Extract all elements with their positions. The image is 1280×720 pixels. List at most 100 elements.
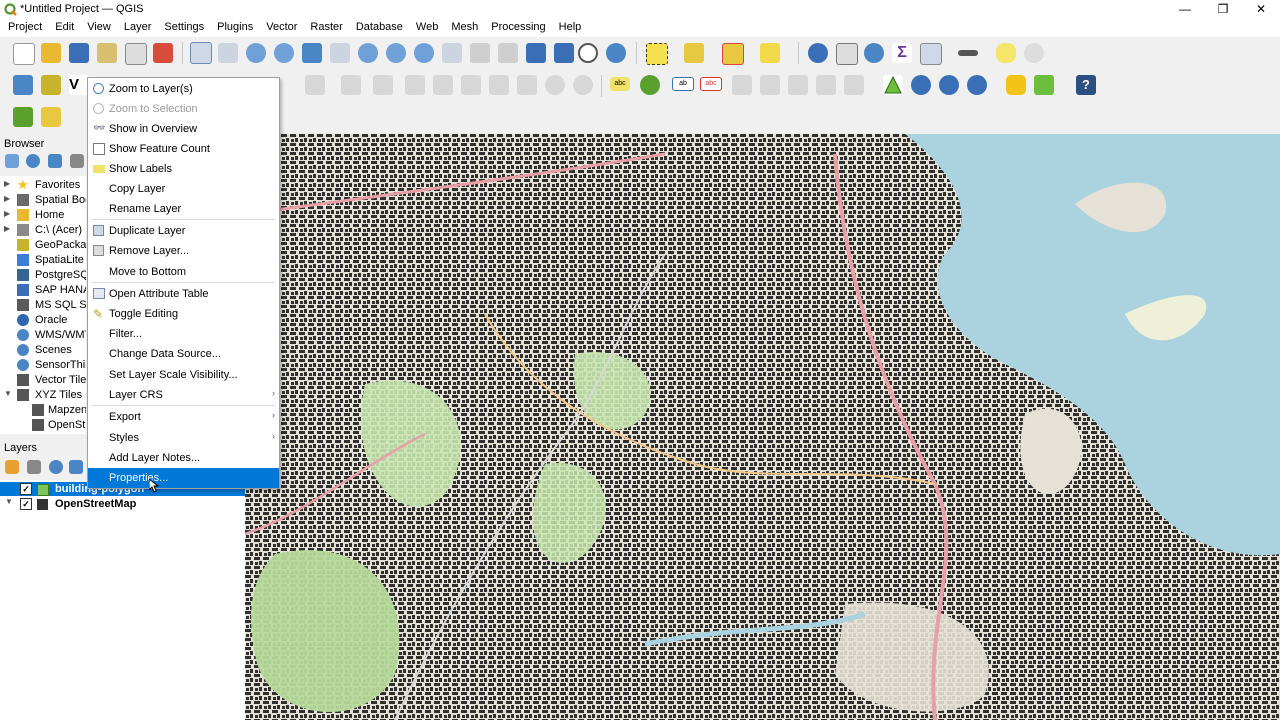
style-panel-icon[interactable]: [5, 460, 19, 474]
layer-item-openstreetmap[interactable]: ▼ ✓ OpenStreetMap: [0, 497, 245, 511]
browser-item-mapzen[interactable]: Mapzen Global Terrain: [0, 403, 86, 418]
field-calculator-icon[interactable]: [920, 43, 942, 65]
layout-manager-icon[interactable]: [125, 43, 147, 65]
zoom-full-icon[interactable]: [302, 43, 322, 63]
menu-item-show-in-overview[interactable]: 👓 Show in Overview: [88, 119, 279, 139]
layer-visibility-checkbox[interactable]: ✓: [20, 483, 32, 495]
menu-database[interactable]: Database: [348, 19, 408, 37]
zoom-last-icon[interactable]: [414, 43, 434, 63]
menu-item-styles[interactable]: Styles ›: [88, 428, 279, 448]
browser-item-mssql[interactable]: MS SQL Server: [0, 298, 86, 313]
wfs-plugin-icon[interactable]: [939, 75, 959, 95]
menu-item-open-attribute-table[interactable]: Open Attribute Table: [88, 284, 279, 304]
browser-item-oracle[interactable]: Oracle: [0, 313, 86, 328]
new-3d-view-icon[interactable]: [498, 43, 518, 63]
zoom-next-icon[interactable]: [442, 43, 462, 63]
search-locator-icon[interactable]: [13, 107, 33, 127]
menu-vector[interactable]: Vector: [258, 19, 302, 37]
save-project-icon[interactable]: [69, 43, 89, 63]
select-features-icon[interactable]: [646, 43, 668, 65]
menu-item-set-scale-visibility[interactable]: Set Layer Scale Visibility...: [88, 365, 279, 385]
digitize-icon[interactable]: [305, 75, 325, 95]
browser-item-geopackage[interactable]: GeoPackage: [0, 238, 86, 253]
select-location-icon[interactable]: [760, 43, 780, 63]
expand-arrow-icon[interactable]: ▶: [4, 194, 10, 203]
cut-features-icon[interactable]: [461, 75, 481, 95]
menu-item-remove-layer[interactable]: Remove Layer...: [88, 241, 279, 261]
show-bookmarks-icon[interactable]: [554, 43, 574, 63]
temporal-controller-icon[interactable]: [578, 43, 598, 63]
menu-edit[interactable]: Edit: [47, 19, 79, 37]
menu-mesh[interactable]: Mesh: [443, 19, 483, 37]
wms-plugin-icon[interactable]: [911, 75, 931, 95]
manage-visibility-icon[interactable]: [49, 460, 63, 474]
filter-legend-icon[interactable]: [69, 460, 83, 474]
minimize-button[interactable]: —: [1166, 0, 1204, 19]
measure-icon[interactable]: [958, 50, 978, 56]
menu-item-rename-layer[interactable]: Rename Layer: [88, 199, 279, 219]
rotate-label-icon[interactable]: [816, 75, 836, 95]
menu-web[interactable]: Web: [408, 19, 443, 37]
menu-help[interactable]: Help: [551, 19, 587, 37]
vertex-tool-icon[interactable]: [373, 75, 393, 95]
menu-item-zoom-to-selection[interactable]: Zoom to Selection: [88, 99, 279, 119]
menu-item-change-data-source[interactable]: Change Data Source...: [88, 344, 279, 364]
refresh-browser-icon[interactable]: [26, 154, 40, 168]
menu-item-layer-crs[interactable]: Layer CRS ›: [88, 385, 279, 405]
diagram-options-icon[interactable]: [640, 75, 660, 95]
redo-icon[interactable]: [573, 75, 593, 95]
menu-item-show-labels[interactable]: Show Labels: [88, 159, 279, 179]
menu-plugins[interactable]: Plugins: [209, 19, 258, 37]
new-map-view-icon[interactable]: [470, 43, 490, 63]
show-hide-labels-icon[interactable]: [760, 75, 780, 95]
change-label-icon[interactable]: [844, 75, 864, 95]
plugin-layer-icon[interactable]: [1034, 75, 1054, 95]
expand-arrow-icon[interactable]: ▶: [4, 179, 10, 188]
menu-project[interactable]: Project: [0, 19, 47, 37]
help-icon[interactable]: ?: [1076, 75, 1096, 95]
menu-processing[interactable]: Processing: [483, 19, 550, 37]
new-bookmark-icon[interactable]: [526, 43, 546, 63]
browser-item-xyz-tiles[interactable]: ▼ XYZ Tiles: [0, 388, 86, 403]
browser-item-wms[interactable]: WMS/WMTS: [0, 328, 86, 343]
browser-item-postgresql[interactable]: PostgreSQL: [0, 268, 86, 283]
expand-arrow-icon[interactable]: ▶: [4, 224, 10, 233]
identify-icon[interactable]: [808, 43, 828, 63]
statistics-sigma-icon[interactable]: Σ: [892, 43, 912, 63]
zoom-native-icon[interactable]: [386, 43, 406, 63]
add-feature-icon[interactable]: [341, 75, 361, 95]
new-project-icon[interactable]: [13, 43, 35, 65]
browser-item-spatialite[interactable]: SpatiaLite: [0, 253, 86, 268]
browser-item-vector-tiles[interactable]: Vector Tiles: [0, 373, 86, 388]
refresh-icon[interactable]: [606, 43, 626, 63]
toggle-label-display-icon[interactable]: abc: [700, 77, 722, 91]
delete-selected-icon[interactable]: [433, 75, 453, 95]
zoom-in-icon[interactable]: [246, 43, 266, 63]
zoom-out-icon[interactable]: [274, 43, 294, 63]
copy-features-icon[interactable]: [489, 75, 509, 95]
collapse-arrow-icon[interactable]: ▼: [4, 389, 12, 398]
add-vector-icon[interactable]: V: [69, 75, 89, 95]
browser-item-sap-hana[interactable]: SAP HANA: [0, 283, 86, 298]
label-toolbar-icon[interactable]: abc: [610, 77, 630, 91]
wcs-plugin-icon[interactable]: [967, 75, 987, 95]
open-project-icon[interactable]: [41, 43, 61, 63]
menu-item-move-to-bottom[interactable]: Move to Bottom: [88, 262, 279, 282]
highlight-pinned-labels-icon[interactable]: ab: [672, 77, 694, 91]
paste-features-icon[interactable]: [517, 75, 537, 95]
gps-icon[interactable]: [1024, 43, 1044, 63]
annotation-icon[interactable]: [996, 43, 1016, 63]
collapse-all-icon[interactable]: [70, 154, 84, 168]
python-console-icon[interactable]: [1006, 75, 1026, 95]
add-geopackage-icon[interactable]: [41, 75, 61, 95]
browser-item-spatial-bookmarks[interactable]: ▶ Spatial Bookmarks: [0, 193, 86, 208]
data-source-manager-icon[interactable]: [13, 75, 33, 95]
menu-settings[interactable]: Settings: [156, 19, 209, 37]
filter-browser-icon[interactable]: [48, 154, 62, 168]
maximize-button[interactable]: ❐: [1204, 0, 1242, 19]
browser-item-c-drive[interactable]: ▶ C:\ (Acer): [0, 223, 86, 238]
menu-item-show-feature-count[interactable]: Show Feature Count: [88, 139, 279, 159]
menu-item-toggle-editing[interactable]: ✎ Toggle Editing: [88, 304, 279, 324]
add-selected-icon[interactable]: [5, 154, 19, 168]
menu-view[interactable]: View: [79, 19, 116, 37]
